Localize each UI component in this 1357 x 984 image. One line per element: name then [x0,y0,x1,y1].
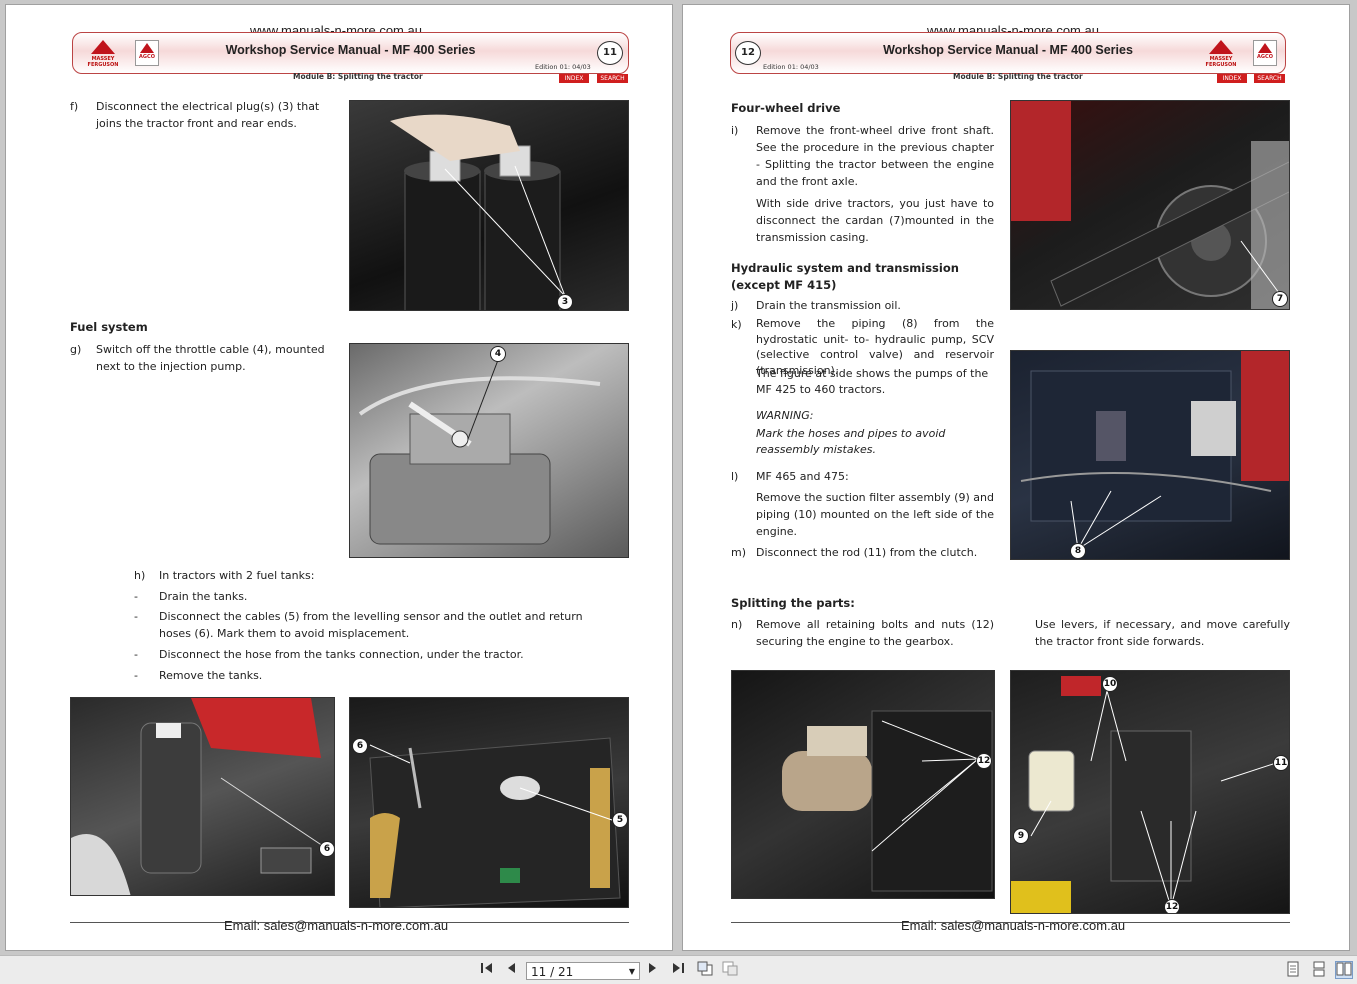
page-indicator-select[interactable]: 11 / 21 ▼ [526,962,640,980]
step-i-text: Remove the front-wheel drive front shaft… [756,124,994,188]
callout-3: 3 [557,294,573,310]
bullet-disconnect-cables: Disconnect the cables (5) from the level… [159,610,583,640]
prev-page-icon[interactable] [503,961,519,979]
step-h-text: In tractors with 2 fuel tanks: [159,569,315,582]
photo-starter-bolts: 12 [731,670,995,899]
step-n-text-2: Use levers, if necessary, and move caref… [1035,618,1290,648]
step-j-label: j) [731,299,739,312]
header-banner: MASSEY FERGUSON AGCO Workshop Service Ma… [72,32,629,74]
header-banner: 12 Edition 01: 04/03 Workshop Service Ma… [730,32,1286,74]
continuous-view-icon[interactable] [1311,961,1327,979]
photo-electrical-plugs: 3 [349,100,629,311]
photo-fuel-tank-left-art [71,698,327,895]
bullet-remove-tanks: Remove the tanks. [159,669,263,682]
last-page-icon[interactable] [669,961,687,979]
bullet-mark: - [134,610,138,623]
callout-6-right: 6 [352,738,368,754]
step-g-text: Switch off the throttle cable (4), mount… [96,343,325,373]
photo-injection-pump-art [358,359,601,545]
callout-10: 10 [1102,676,1118,692]
callout-12: 12 [976,753,992,769]
step-k-text-2: The figure at side shows the pumps of th… [756,367,989,396]
massey-ferguson-logo: MASSEY FERGUSON [1199,40,1243,68]
callout-8: 8 [1070,543,1086,559]
photo-injection-pump: 4 [349,343,629,558]
page-11: www.manuals-n-more.com.au MASSEY FERGUSO… [5,4,673,951]
photo-cardan-art [1011,101,1289,309]
step-l-text-2: Remove the suction filter assembly (9) a… [756,491,994,538]
chevron-down-icon: ▼ [628,967,635,976]
bullet-mark: - [134,590,138,603]
callout-7: 7 [1272,291,1288,307]
go-back-view-icon[interactable] [696,961,714,979]
splitting-heading: Splitting the parts: [731,596,855,610]
index-button[interactable]: INDEX [559,74,589,83]
go-forward-view-icon[interactable] [721,961,739,979]
next-page-icon[interactable] [645,961,661,979]
step-f-text: Disconnect the electrical plug(s) (3) th… [96,100,320,130]
two-page-view-icon[interactable] [1335,961,1353,979]
manual-title: Workshop Service Manual - MF 400 Series [225,43,476,57]
photo-starter-bolts-art [782,710,993,892]
warning-title: WARNING: [756,409,814,422]
search-button[interactable]: SEARCH [1254,74,1285,83]
photo-fuel-tank-right: 6 5 [349,697,629,908]
step-j-text: Drain the transmission oil. [756,299,901,312]
footer-email: Email: sales@manuals-n-more.com.au [224,918,449,933]
step-l-label: l) [731,470,739,483]
callout-6: 6 [319,841,334,857]
search-button[interactable]: SEARCH [597,74,628,83]
page-number: 11 [597,41,623,65]
photo-electrical-plugs-art [390,114,566,310]
step-m-label: m) [731,546,747,559]
edition-label: Edition 01: 04/03 [535,63,591,71]
bullet-drain-tanks: Drain the tanks. [159,590,248,603]
step-l-text: MF 465 and 475: [756,470,849,483]
photo-filter-clutch: 10 11 9 12 [1010,670,1290,914]
step-h-label: h) [134,569,146,582]
step-i-text-2: With side drive tractors, you just have … [756,197,994,244]
agco-logo: AGCO [1253,40,1277,66]
index-button[interactable]: INDEX [1217,74,1247,83]
bullet-mark: - [134,648,138,661]
callout-4: 4 [490,346,506,362]
callout-11: 11 [1273,755,1289,771]
step-n-label: n) [731,618,743,631]
fuel-system-heading: Fuel system [70,320,148,334]
module-label: Module B: Splitting the tractor [293,72,423,81]
page-12: www.manuals-n-more.com.au 12 Edition 01:… [682,4,1350,951]
step-i-label: i) [731,124,739,137]
four-wheel-drive-heading: Four-wheel drive [731,101,841,115]
module-label: Module B: Splitting the tractor [953,72,1083,81]
photo-hydraulic-piping: 8 [1010,350,1290,560]
photo-filter-clutch-art [1011,676,1277,913]
step-m-text: Disconnect the rod (11) from the clutch. [756,546,978,559]
viewer-toolbar: 11 / 21 ▼ [0,955,1357,984]
photo-cardan: 7 [1010,100,1290,310]
step-k-label: k) [731,318,742,331]
bullet-disconnect-hose: Disconnect the hose from the tanks conne… [159,648,524,661]
callout-5: 5 [612,812,628,828]
photo-fuel-tank-left: 6 [70,697,335,896]
edition-label: Edition 01: 04/03 [763,63,819,71]
footer-email: Email: sales@manuals-n-more.com.au [901,918,1126,933]
photo-fuel-tank-right-art [369,737,621,907]
callout-12-right: 12 [1164,899,1180,913]
bullet-mark: - [134,669,138,682]
single-page-view-icon[interactable] [1285,961,1301,979]
step-f-label: f) [70,100,79,113]
warning-text: Mark the hoses and pipes to avoid reasse… [756,427,946,456]
photo-hydraulic-piping-art [1020,351,1289,550]
first-page-icon[interactable] [478,961,496,979]
hydraulic-heading: Hydraulic system and transmission (excep… [731,261,959,292]
step-n-text: Remove all retaining bolts and nuts (12)… [756,618,994,648]
step-g-label: g) [70,343,82,356]
callout-9: 9 [1013,828,1029,844]
